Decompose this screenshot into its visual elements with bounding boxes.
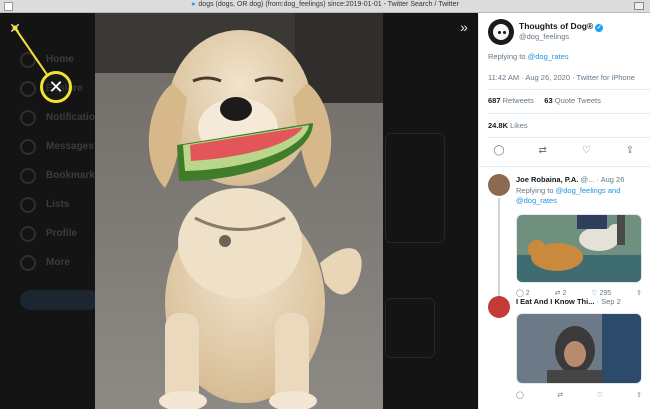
reply-icon[interactable]: ◯ xyxy=(516,391,524,399)
reply-header: I Eat And I Know Thi... · Sep 2 xyxy=(516,297,621,306)
like-icon[interactable]: ♡ xyxy=(596,391,602,399)
avatar-eye xyxy=(503,31,506,34)
reply-tweet[interactable]: Joe Robaina, P.A. @... · Aug 26 Replying… xyxy=(479,174,650,304)
tweet-author: Thoughts of Dog® ✓ @dog_feelings xyxy=(479,13,650,53)
tweet-timestamp[interactable]: 11:42 AM · Aug 26, 2020 · Twitter for iP… xyxy=(488,73,635,82)
divider xyxy=(488,113,650,114)
reply-tweet[interactable]: I Eat And I Know Thi... · Sep 2 ◯ ⇄ ♡ ⇪ xyxy=(479,296,650,409)
thread-line xyxy=(498,198,500,304)
likes-stat[interactable]: 24.8K Likes xyxy=(488,121,528,130)
reply-replying-to: Replying to @dog_feelings and @dog_rates xyxy=(516,186,621,205)
dogs-in-water-image xyxy=(517,215,641,282)
divider xyxy=(479,166,650,167)
person-with-dog-image xyxy=(517,314,641,383)
tweet-detail-panel: Thoughts of Dog® ✓ @dog_feelings Replying… xyxy=(478,13,650,409)
retweet-icon[interactable]: ⇄ xyxy=(536,145,550,157)
callout-highlight: ✕ xyxy=(40,71,72,103)
reply-photo[interactable] xyxy=(516,214,642,283)
divider xyxy=(488,89,650,90)
share-icon[interactable]: ⇪ xyxy=(623,145,637,157)
retweets-stat[interactable]: 687 Retweets xyxy=(488,96,534,105)
avatar[interactable] xyxy=(488,19,514,45)
replying-to: Replying to @dog_rates xyxy=(488,52,569,61)
divider xyxy=(488,137,650,138)
author-name[interactable]: Thoughts of Dog® ✓ xyxy=(519,21,604,32)
quote-tweets-stat[interactable]: 63 Quote Tweets xyxy=(544,96,601,105)
like-icon[interactable]: ♡ xyxy=(579,145,593,157)
reply-photo[interactable] xyxy=(516,313,642,384)
share-icon[interactable]: ⇪ xyxy=(636,391,642,399)
avatar-dog-face xyxy=(493,24,509,40)
tweet-stats: 687 Retweets 63 Quote Tweets xyxy=(488,96,601,105)
avatar[interactable] xyxy=(488,296,510,318)
verified-badge-icon: ✓ xyxy=(595,24,604,32)
avatar[interactable] xyxy=(488,174,510,196)
avatar-eye xyxy=(498,31,501,34)
reply-header: Joe Robaina, P.A. @... · Aug 26 xyxy=(516,175,625,184)
reply-actions: ◯ ⇄ ♡ ⇪ xyxy=(516,391,642,399)
reply-icon[interactable]: ◯ xyxy=(492,145,506,157)
author-handle[interactable]: @dog_feelings xyxy=(519,32,569,41)
retweet-icon[interactable]: ⇄ xyxy=(557,391,563,399)
close-icon: ✕ xyxy=(48,77,64,97)
replying-to-link[interactable]: @dog_rates xyxy=(528,52,569,61)
tweet-actions: ◯ ⇄ ♡ ⇪ xyxy=(488,145,641,159)
